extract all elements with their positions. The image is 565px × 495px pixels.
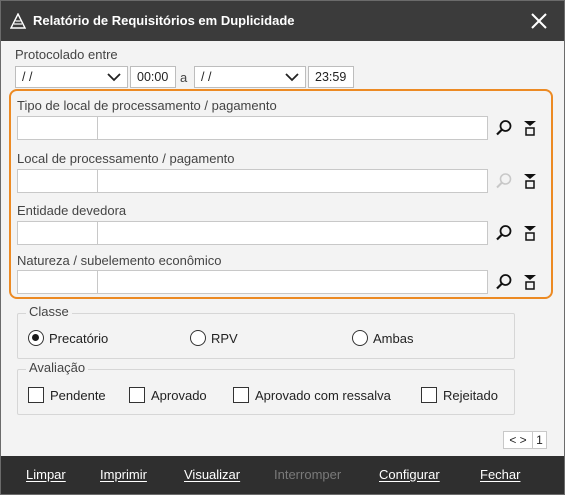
checkbox-aprovado[interactable]: Aprovado	[129, 387, 207, 403]
footer-toolbar: Limpar Imprimir Visualizar Interromper C…	[1, 456, 564, 494]
fechar-button[interactable]: Fechar	[480, 467, 520, 482]
clear-filter-icon[interactable]	[521, 224, 539, 242]
radio-ambas[interactable]: Ambas	[352, 330, 413, 346]
clear-filter-icon[interactable]	[521, 119, 539, 137]
search-icon[interactable]	[495, 119, 513, 137]
page-nav-arrows[interactable]: < >	[503, 431, 533, 449]
avaliacao-title: Avaliação	[26, 360, 89, 375]
checkbox-pendente[interactable]: Pendente	[28, 387, 106, 403]
radio-rpv-label: RPV	[211, 330, 238, 346]
chevron-down-icon	[285, 73, 299, 82]
dialog-body: Protocolado entre / / 00:00 a / / 23:59 …	[1, 41, 564, 454]
visualizar-button[interactable]: Visualizar	[184, 467, 240, 482]
field-entidade-label: Entidade devedora	[17, 203, 127, 218]
radio-unselected-icon	[352, 330, 368, 346]
checkbox-aprovado-ressalva-label: Aprovado com ressalva	[255, 387, 391, 403]
configurar-button[interactable]: Configurar	[379, 467, 440, 482]
clear-filter-icon[interactable]	[521, 172, 539, 190]
field-entidade-input[interactable]	[17, 221, 488, 245]
checkbox-icon	[421, 387, 437, 403]
window-title: Relatório de Requisitórios em Duplicidad…	[33, 13, 295, 28]
date-to-select[interactable]: / /	[194, 66, 306, 88]
radio-unselected-icon	[190, 330, 206, 346]
field-local-code[interactable]	[18, 170, 98, 192]
date-to-value: / /	[201, 70, 212, 84]
field-natureza-input[interactable]	[17, 270, 488, 294]
clear-filter-icon[interactable]	[521, 273, 539, 291]
field-entidade-code[interactable]	[18, 222, 98, 244]
classe-title: Classe	[26, 304, 72, 319]
checkbox-pendente-label: Pendente	[50, 387, 106, 403]
pager: < > 1	[503, 431, 547, 449]
checkbox-rejeitado-label: Rejeitado	[443, 387, 498, 403]
app-logo-icon	[10, 13, 26, 29]
report-dialog: Relatório de Requisitórios em Duplicidad…	[0, 0, 565, 495]
checkbox-icon	[129, 387, 145, 403]
radio-rpv[interactable]: RPV	[190, 330, 238, 346]
field-local-input[interactable]	[17, 169, 488, 193]
field-local-label: Local de processamento / pagamento	[17, 151, 235, 166]
radio-selected-icon	[28, 330, 44, 346]
checkbox-icon	[233, 387, 249, 403]
chevron-down-icon	[107, 73, 121, 82]
time-to-input[interactable]: 23:59	[308, 66, 354, 88]
radio-precatorio[interactable]: Precatório	[28, 330, 108, 346]
page-number[interactable]: 1	[533, 431, 547, 449]
date-from-select[interactable]: / /	[15, 66, 128, 88]
checkbox-aprovado-ressalva[interactable]: Aprovado com ressalva	[233, 387, 391, 403]
protocolado-label: Protocolado entre	[15, 47, 118, 62]
search-icon[interactable]	[495, 224, 513, 242]
interromper-button: Interromper	[274, 467, 342, 482]
field-tipo-code[interactable]	[18, 117, 98, 139]
range-separator: a	[180, 70, 188, 85]
checkbox-aprovado-label: Aprovado	[151, 387, 207, 403]
limpar-button[interactable]: Limpar	[26, 467, 66, 482]
time-from-input[interactable]: 00:00	[130, 66, 176, 88]
radio-ambas-label: Ambas	[373, 330, 414, 346]
time-to-value: 23:59	[315, 70, 347, 84]
field-natureza-label: Natureza / subelemento econômico	[17, 253, 222, 268]
search-icon[interactable]	[495, 273, 513, 291]
time-from-value: 00:00	[137, 70, 169, 84]
search-icon-disabled	[496, 173, 512, 189]
field-natureza-code[interactable]	[18, 271, 98, 293]
checkbox-icon	[28, 387, 44, 403]
title-bar: Relatório de Requisitórios em Duplicidad…	[1, 1, 564, 41]
field-tipo-label: Tipo de local de processamento / pagamen…	[17, 98, 277, 113]
radio-precatorio-label: Precatório	[49, 330, 109, 346]
checkbox-rejeitado[interactable]: Rejeitado	[421, 387, 498, 403]
imprimir-button[interactable]: Imprimir	[100, 467, 147, 482]
field-tipo-input[interactable]	[17, 116, 488, 140]
date-from-value: / /	[22, 70, 33, 84]
close-icon[interactable]	[528, 10, 550, 32]
